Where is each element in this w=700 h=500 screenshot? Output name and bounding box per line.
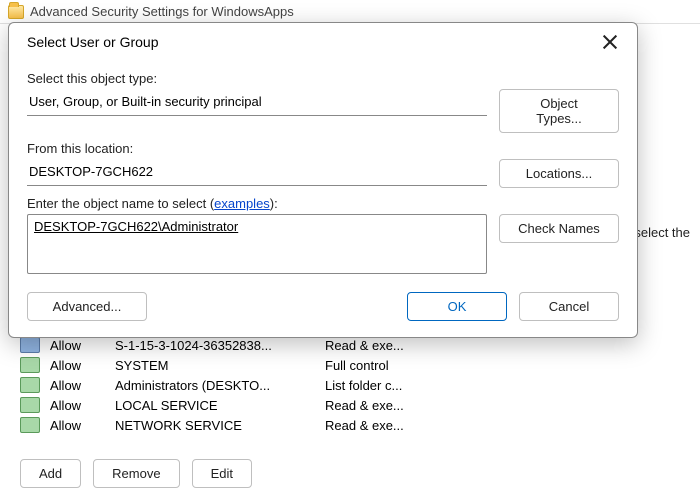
permissions-button-row: Add Remove Edit (20, 459, 252, 488)
ok-button[interactable]: OK (407, 292, 507, 321)
location-label: From this location: (27, 141, 619, 156)
enter-name-prefix: Enter the object name to select ( (27, 196, 214, 211)
principal-icon (20, 337, 40, 353)
object-name-input[interactable]: DESKTOP-7GCH622\Administrator (27, 214, 487, 274)
permission-principal: NETWORK SERVICE (115, 418, 315, 433)
add-button[interactable]: Add (20, 459, 81, 488)
object-types-button[interactable]: Object Types... (499, 89, 619, 133)
permission-type: Allow (50, 418, 105, 433)
principal-icon (20, 357, 40, 373)
parent-window-titlebar: Advanced Security Settings for WindowsAp… (0, 0, 700, 24)
permission-principal: LOCAL SERVICE (115, 398, 315, 413)
table-row[interactable]: Allow Administrators (DESKTO... List folde… (20, 375, 680, 395)
edit-button[interactable]: Edit (192, 459, 252, 488)
locations-button[interactable]: Locations... (499, 159, 619, 188)
permission-access: List folder c... (325, 378, 680, 393)
principal-icon (20, 417, 40, 433)
table-row[interactable]: Allow SYSTEM Full control (20, 355, 680, 375)
permission-principal: SYSTEM (115, 358, 315, 373)
table-row[interactable]: Allow S-1-15-3-1024-36352838... Read & exe… (20, 335, 680, 355)
permission-principal: S-1-15-3-1024-36352838... (115, 338, 315, 353)
permission-access: Full control (325, 358, 680, 373)
permission-access: Read & exe... (325, 418, 680, 433)
enter-object-name-label: Enter the object name to select (example… (27, 196, 619, 211)
permission-type: Allow (50, 378, 105, 393)
close-icon[interactable] (601, 33, 619, 51)
permission-access: Read & exe... (325, 398, 680, 413)
permissions-list: Allow S-1-15-3-1024-36352838... Read & exe… (20, 335, 680, 435)
permission-type: Allow (50, 398, 105, 413)
principal-icon (20, 377, 40, 393)
folder-icon (8, 5, 24, 19)
object-type-label: Select this object type: (27, 71, 619, 86)
table-row[interactable]: Allow LOCAL SERVICE Read & exe... (20, 395, 680, 415)
remove-button[interactable]: Remove (93, 459, 179, 488)
object-type-field (27, 89, 487, 116)
examples-link[interactable]: examples (214, 196, 270, 211)
permission-access: Read & exe... (325, 338, 680, 353)
location-field (27, 159, 487, 186)
table-row[interactable]: Allow NETWORK SERVICE Read & exe... (20, 415, 680, 435)
permission-principal: Administrators (DESKTO... (115, 378, 315, 393)
enter-name-suffix: ): (270, 196, 278, 211)
parent-window-title: Advanced Security Settings for WindowsAp… (30, 4, 294, 19)
advanced-button[interactable]: Advanced... (27, 292, 147, 321)
permission-type: Allow (50, 338, 105, 353)
check-names-button[interactable]: Check Names (499, 214, 619, 243)
dialog-titlebar: Select User or Group (27, 23, 619, 63)
permission-type: Allow (50, 358, 105, 373)
advanced-security-window: Advanced Security Settings for WindowsAp… (0, 0, 700, 500)
principal-icon (20, 397, 40, 413)
select-user-or-group-dialog: Select User or Group Select this object … (8, 22, 638, 338)
cancel-button[interactable]: Cancel (519, 292, 619, 321)
dialog-title: Select User or Group (27, 34, 159, 50)
